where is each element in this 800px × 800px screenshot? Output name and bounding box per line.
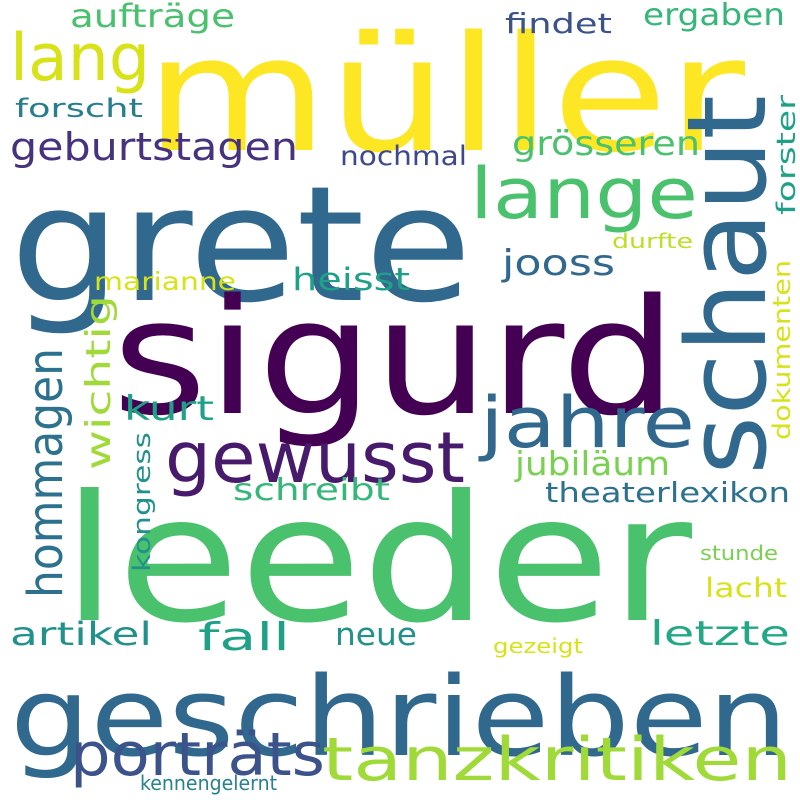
word-cloud-canvas: müllergretesigurdleedergeschriebenschaut… [0,0,800,800]
word-forster: forster [772,95,800,215]
word-grosseren: grösseren [512,124,700,164]
word-kennengelernt: kennengelernt [140,771,277,795]
word-nochmal: nochmal [340,141,467,172]
word-lacht: lacht [705,573,787,604]
word-letzte: letzte [650,614,790,654]
word-gezeigt: gezeigt [493,634,583,658]
word-stunde: stunde [700,541,778,565]
word-ergaben: ergaben [643,0,785,33]
word-heisst: heisst [292,262,410,298]
word-forscht: forscht [15,94,143,124]
word-kongress: kongress [128,432,156,572]
word-geburtstagen: geburtstagen [10,125,298,169]
word-durfte: durfte [612,229,693,253]
word-findet: findet [505,7,612,40]
word-schreibt: schreibt [233,473,390,508]
word-dokumenten: dokumenten [768,260,796,440]
word-jooss: jooss [501,243,615,284]
word-theaterlexikon: theaterlexikon [545,476,790,509]
word-artikel: artikel [10,615,152,653]
word-kurt: kurt [124,389,214,429]
word-neue: neue [335,617,417,653]
word-lange: lange [470,153,698,235]
word-auftrage: aufträge [70,0,235,35]
word-tanzkritiken: tanzkritiken [322,725,792,795]
word-hommagen: hommagen [18,348,74,598]
word-marianne: marianne [94,267,236,296]
word-wichtig: wichtig [79,295,119,470]
word-cloud: müller grete sigurd leeder geschrieben schaut… [0,0,800,800]
word-fall: fall [198,615,290,659]
